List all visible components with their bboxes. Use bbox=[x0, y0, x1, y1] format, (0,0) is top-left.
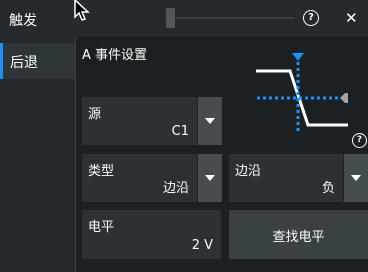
close-icon[interactable]: ✕ bbox=[345, 9, 358, 27]
mouse-cursor-icon bbox=[74, 0, 90, 21]
sidebar-divider bbox=[75, 37, 76, 272]
level-label: 电平 bbox=[88, 220, 115, 235]
source-dropdown-button[interactable] bbox=[198, 97, 222, 145]
source-field[interactable]: 源 C1 bbox=[82, 97, 197, 145]
dialog-title: 触发 bbox=[9, 13, 37, 29]
source-label: 源 bbox=[88, 107, 102, 122]
chevron-down-icon bbox=[205, 175, 215, 181]
edge-dropdown-button[interactable] bbox=[344, 154, 368, 202]
sidebar: 后退 bbox=[0, 37, 75, 272]
chevron-down-icon bbox=[205, 118, 215, 124]
section-title: A 事件设置 bbox=[82, 48, 148, 63]
level-value: 2 V bbox=[191, 238, 213, 253]
find-level-button-label: 查找电平 bbox=[272, 230, 325, 245]
help-icon[interactable]: ? bbox=[303, 10, 319, 26]
edge-label: 边沿 bbox=[235, 164, 262, 179]
back-button[interactable]: 后退 bbox=[0, 43, 75, 79]
type-value: 边沿 bbox=[162, 181, 189, 196]
chevron-down-icon bbox=[351, 175, 361, 181]
level-field[interactable]: 电平 2 V bbox=[82, 210, 221, 259]
transparency-slider-handle[interactable] bbox=[166, 8, 175, 28]
title-bar: 触发 ? ✕ bbox=[0, 0, 368, 37]
type-dropdown-button[interactable] bbox=[198, 154, 222, 202]
source-value: C1 bbox=[171, 124, 189, 139]
type-field[interactable]: 类型 边沿 bbox=[82, 154, 197, 202]
edge-field[interactable]: 边沿 负 bbox=[229, 154, 343, 202]
back-button-label: 后退 bbox=[10, 55, 38, 71]
type-label: 类型 bbox=[88, 164, 115, 179]
diagram-info-icon[interactable]: ? bbox=[352, 133, 367, 148]
trigger-level-marker bbox=[340, 93, 348, 103]
find-level-button[interactable]: 查找电平 bbox=[229, 210, 368, 259]
trigger-time-marker bbox=[292, 53, 304, 61]
edge-value: 负 bbox=[321, 181, 335, 196]
falling-edge-diagram bbox=[256, 53, 348, 132]
transparency-slider-track[interactable] bbox=[166, 17, 294, 19]
